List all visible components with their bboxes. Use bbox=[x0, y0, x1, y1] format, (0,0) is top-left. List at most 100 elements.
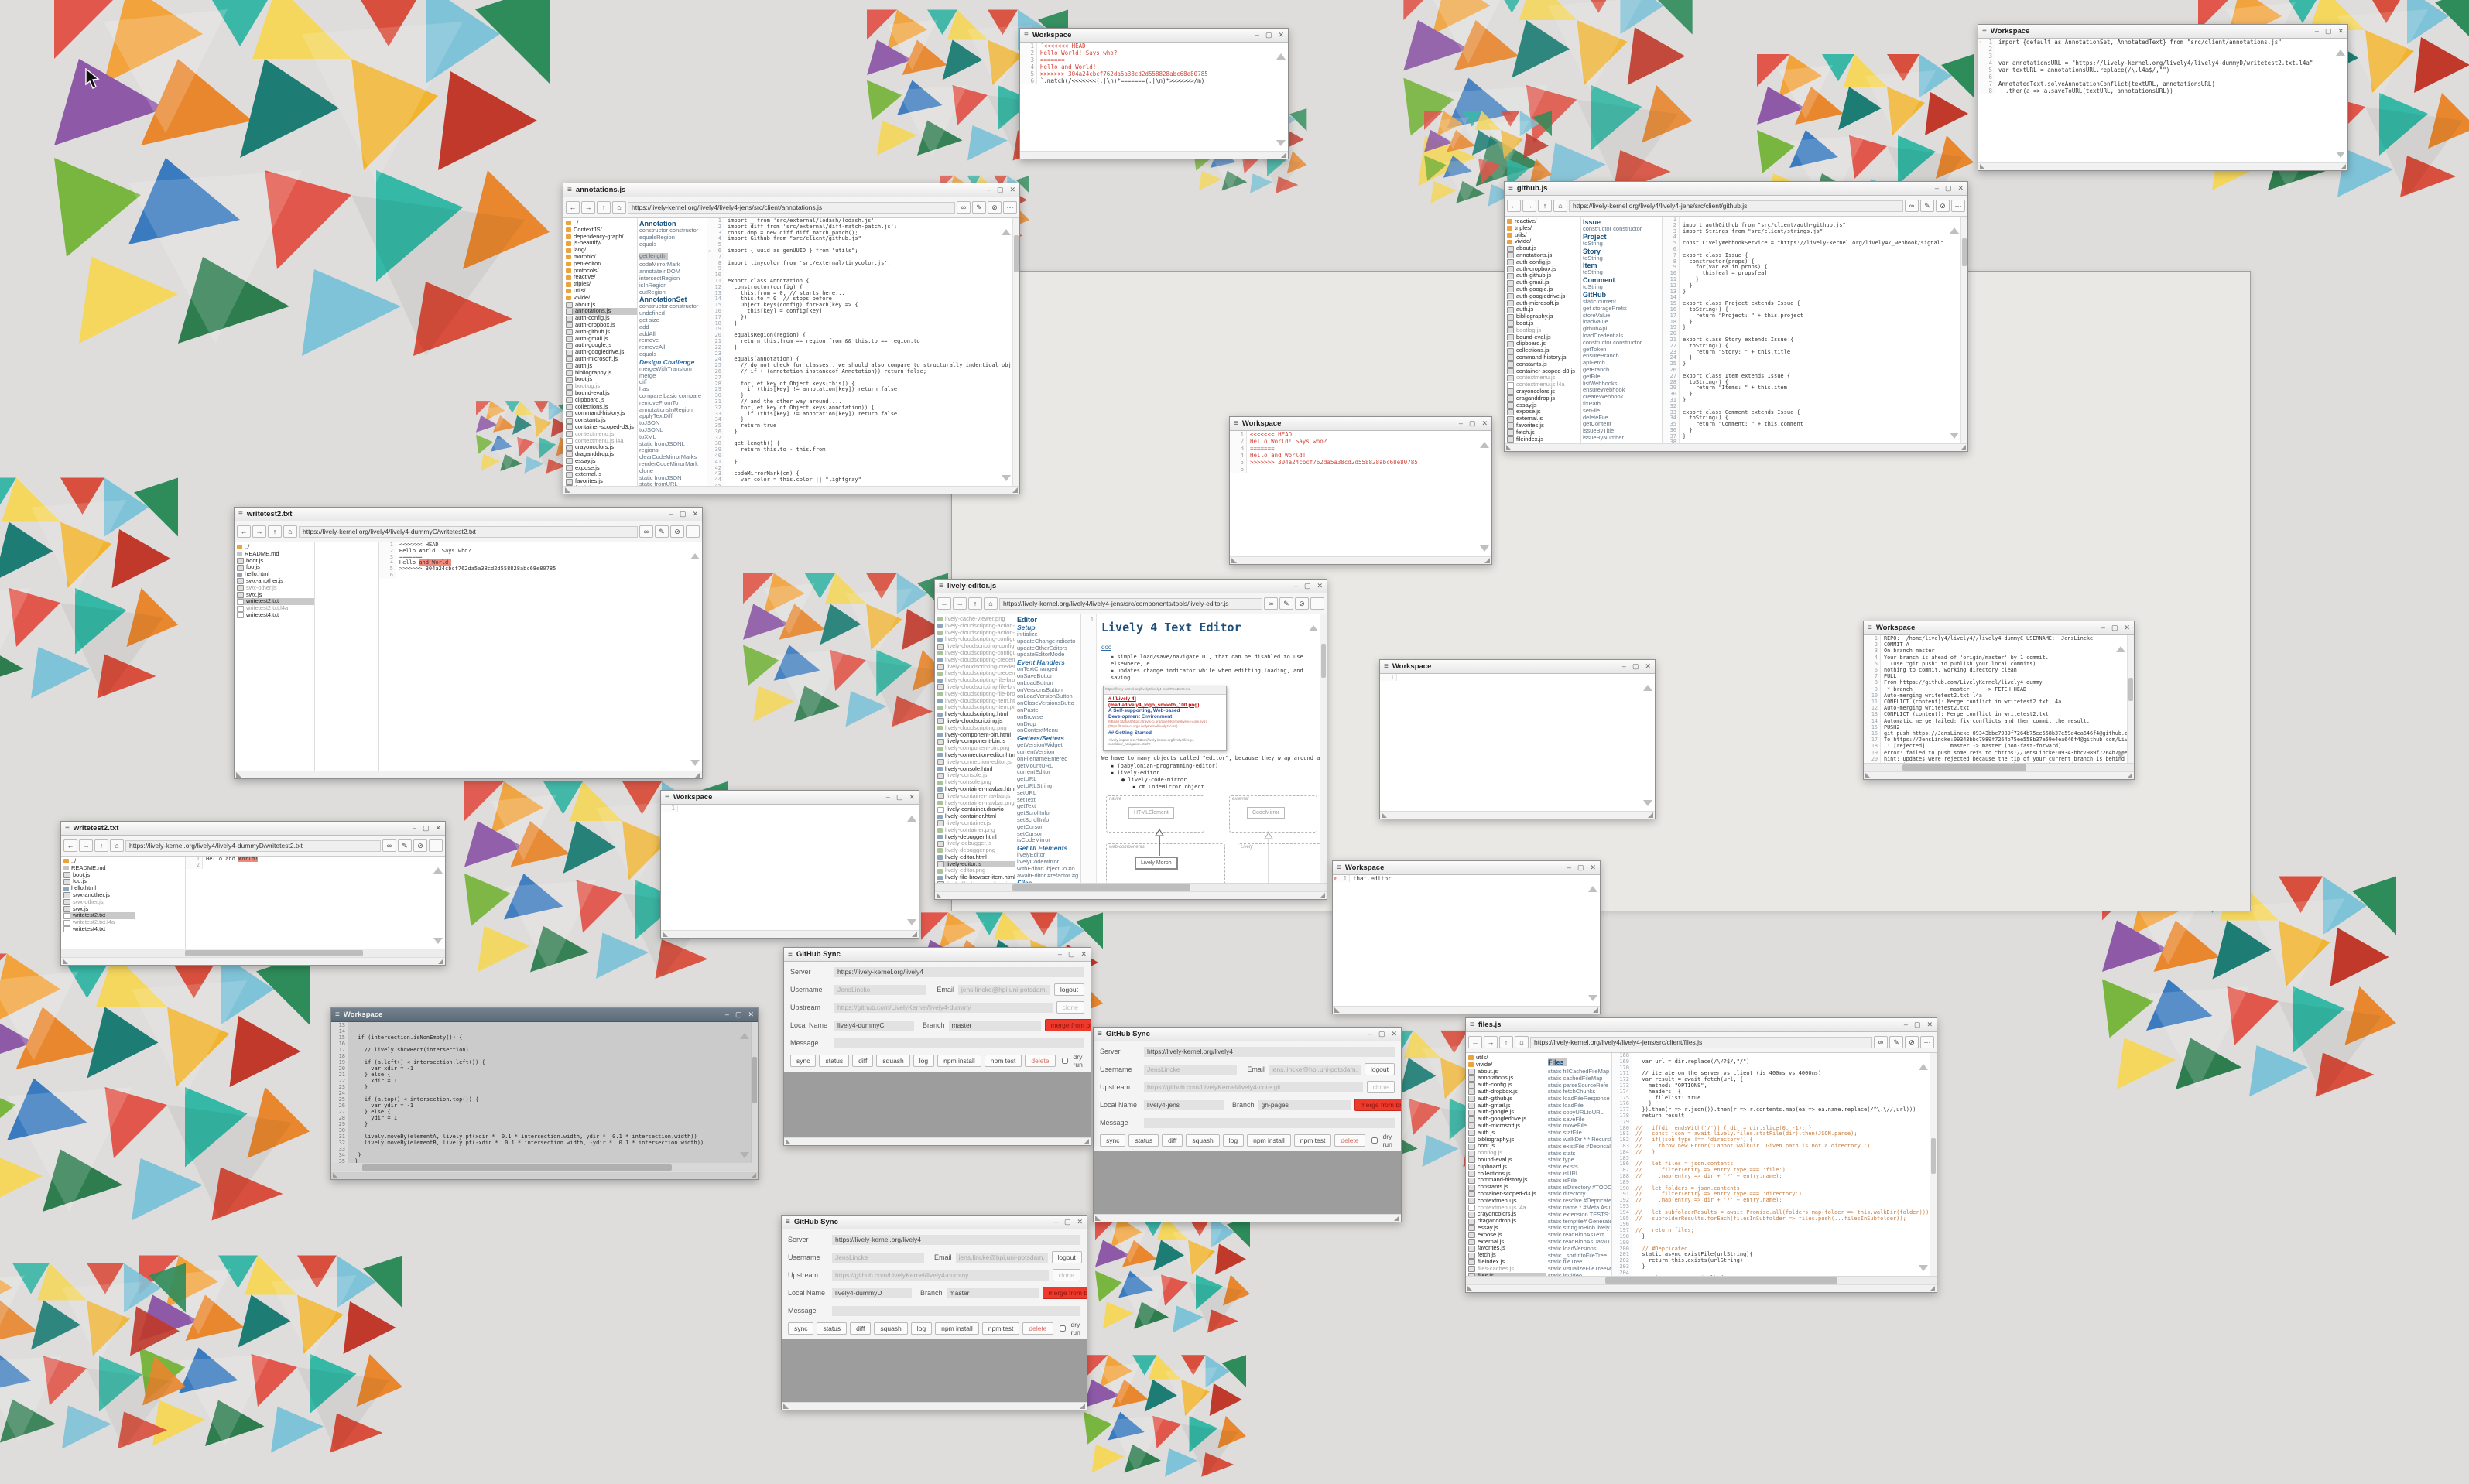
close-button[interactable]: ✕ bbox=[1077, 1219, 1083, 1226]
window-titlebar[interactable]: ≡Workspace–▢✕ bbox=[1333, 861, 1600, 875]
url-input[interactable] bbox=[628, 202, 955, 214]
close-button[interactable]: ✕ bbox=[748, 1011, 754, 1018]
outline-item[interactable]: updateEditorMode bbox=[1017, 651, 1079, 658]
code-editor[interactable]: 1⚠import {default as AnnotationSet, Anno… bbox=[1978, 39, 2347, 162]
scroll-up-icon[interactable] bbox=[433, 867, 443, 874]
resize-grip[interactable] bbox=[1960, 445, 1966, 450]
screenshot-line[interactable]: # ![Lively 4] bbox=[1108, 696, 1224, 703]
resize-grip[interactable] bbox=[783, 1404, 789, 1409]
close-button[interactable]: ✕ bbox=[1080, 951, 1087, 958]
merge-from-branch-button[interactable]: merge from branch bbox=[1354, 1099, 1402, 1111]
scroll-down-icon[interactable] bbox=[1276, 140, 1286, 146]
window-menu-icon[interactable]: ≡ bbox=[1868, 624, 1872, 632]
window-menu-icon[interactable]: ≡ bbox=[1384, 663, 1389, 671]
up-button[interactable]: ↑ bbox=[1499, 1036, 1513, 1048]
resize-grip[interactable] bbox=[63, 959, 68, 964]
doc-list-item[interactable]: lively-code-mirror bbox=[1101, 777, 1322, 784]
up-button[interactable]: ↑ bbox=[268, 525, 282, 538]
code-editor[interactable]: 1 bbox=[1380, 674, 1655, 811]
doc-list-item[interactable]: (babylonian-programming-editor) bbox=[1101, 763, 1322, 770]
window-menu-icon[interactable]: ≡ bbox=[335, 1011, 340, 1019]
doc-list-item[interactable]: cm CodeMirror object bbox=[1101, 784, 1322, 791]
status-button[interactable]: status bbox=[819, 1055, 849, 1067]
outline-pane[interactable]: Filesstatic fillCachedFileMapstatic cach… bbox=[1546, 1053, 1612, 1276]
window-menu-icon[interactable]: ≡ bbox=[939, 583, 943, 590]
home-button[interactable]: ⌂ bbox=[612, 201, 626, 214]
scrollbar-horizontal[interactable] bbox=[1864, 763, 2134, 771]
resize-grip[interactable] bbox=[1084, 1139, 1089, 1144]
up-button[interactable]: ↑ bbox=[597, 201, 611, 214]
window-menu-icon[interactable]: ≡ bbox=[786, 1219, 790, 1226]
minimize-button[interactable]: – bbox=[987, 186, 991, 193]
code-editor[interactable]: 1REPO: /home/lively4/lively4//lively4-du… bbox=[1864, 635, 2134, 763]
url-input[interactable] bbox=[1530, 1037, 1872, 1048]
more-icon[interactable]: ⋯ bbox=[429, 839, 443, 852]
resize-grip[interactable] bbox=[1334, 1007, 1340, 1013]
diff-button[interactable]: diff bbox=[850, 1322, 871, 1335]
scroll-up-icon[interactable] bbox=[2116, 646, 2125, 652]
minimize-button[interactable]: – bbox=[2315, 28, 2319, 35]
scrollbar-vertical[interactable] bbox=[1320, 614, 1327, 883]
window-menu-icon[interactable]: ≡ bbox=[1234, 420, 1238, 428]
screenshot-line[interactable]: <lively-import src="https://lively-kerne… bbox=[1108, 738, 1224, 747]
file-tree[interactable]: lively-cache-viewer.pnglively-cloudscrip… bbox=[935, 614, 1015, 883]
up-button[interactable]: ↑ bbox=[968, 597, 982, 610]
merge-from-branch-button[interactable]: merge from branch bbox=[1043, 1287, 1087, 1299]
code-editor[interactable]: 1<<<<<<< HEAD2Hello World! Says who?3===… bbox=[379, 542, 702, 771]
scroll-up-icon[interactable] bbox=[1950, 227, 1959, 234]
outline-item[interactable]: toString bbox=[1583, 255, 1660, 262]
cancel-icon[interactable]: ⊘ bbox=[1936, 200, 1950, 212]
scroll-up-icon[interactable] bbox=[907, 816, 916, 822]
status-button[interactable]: status bbox=[1128, 1134, 1159, 1147]
code-editor[interactable]: 1 bbox=[661, 805, 919, 930]
minimize-button[interactable]: – bbox=[725, 1011, 729, 1018]
resize-grip[interactable] bbox=[2341, 164, 2346, 169]
maximize-button[interactable]: ▢ bbox=[1068, 951, 1075, 958]
email-input[interactable] bbox=[958, 985, 1050, 995]
logout-button[interactable]: logout bbox=[1052, 1251, 1082, 1263]
merge-from-branch-button[interactable]: merge from branch bbox=[1045, 1019, 1091, 1031]
dependencies-icon[interactable]: ∞ bbox=[639, 525, 653, 538]
server-input[interactable] bbox=[834, 967, 1084, 977]
maximize-button[interactable]: ▢ bbox=[2111, 624, 2118, 631]
outline-pane[interactable] bbox=[135, 857, 186, 949]
maximize-button[interactable]: ▢ bbox=[1064, 1219, 1071, 1226]
npm-install-button[interactable]: npm install bbox=[937, 1055, 981, 1067]
window-titlebar[interactable]: ≡GitHub Sync–▢✕ bbox=[782, 1216, 1087, 1229]
close-button[interactable]: ✕ bbox=[1317, 583, 1323, 590]
resize-grip[interactable] bbox=[1095, 1216, 1101, 1221]
outline-item[interactable]: toString bbox=[1583, 241, 1660, 248]
dependencies-icon[interactable]: ∞ bbox=[382, 839, 396, 852]
outline-item[interactable]: constructor constructor bbox=[1583, 226, 1660, 233]
window-menu-icon[interactable]: ≡ bbox=[1982, 28, 1987, 36]
minimize-button[interactable]: – bbox=[1368, 1031, 1372, 1038]
scrollbar-vertical[interactable] bbox=[1930, 1053, 1937, 1276]
close-button[interactable]: ✕ bbox=[1957, 185, 1964, 192]
cancel-icon[interactable]: ⊘ bbox=[988, 201, 1002, 214]
window-titlebar[interactable]: ≡lively-editor.js–▢✕ bbox=[935, 580, 1327, 593]
url-input[interactable] bbox=[125, 840, 381, 852]
window-menu-icon[interactable]: ≡ bbox=[567, 186, 572, 194]
doc-content[interactable]: Lively 4 Text Editor doc simple load/sav… bbox=[1097, 614, 1327, 883]
doc-list-item[interactable]: lively-editor bbox=[1101, 770, 1322, 777]
edit-icon[interactable]: ✎ bbox=[1279, 597, 1293, 610]
sync-console[interactable] bbox=[1094, 1151, 1401, 1214]
dry-run-checkbox[interactable] bbox=[1371, 1137, 1378, 1144]
outline-pane[interactable]: Annotationconstructor constructorequalsR… bbox=[638, 218, 707, 486]
file-tree[interactable]: ../README.mdboot.jsfoo.jshello.htmlswx-a… bbox=[61, 857, 135, 949]
npm-install-button[interactable]: npm install bbox=[935, 1322, 979, 1335]
scroll-down-icon[interactable] bbox=[1950, 433, 1959, 439]
logout-button[interactable]: logout bbox=[1365, 1063, 1395, 1075]
resize-grip[interactable] bbox=[1467, 1286, 1473, 1291]
edit-icon[interactable]: ✎ bbox=[972, 201, 986, 214]
close-button[interactable]: ✕ bbox=[1391, 1031, 1397, 1038]
close-button[interactable]: ✕ bbox=[435, 825, 441, 832]
close-button[interactable]: ✕ bbox=[2337, 28, 2344, 35]
resize-grip[interactable] bbox=[1484, 558, 1490, 563]
window-menu-icon[interactable]: ≡ bbox=[1337, 864, 1341, 872]
npm-test-button[interactable]: npm test bbox=[985, 1055, 1022, 1067]
resize-grip[interactable] bbox=[1865, 773, 1871, 778]
minimize-button[interactable]: – bbox=[1054, 1219, 1058, 1226]
status-button[interactable]: status bbox=[817, 1322, 847, 1335]
close-button[interactable]: ✕ bbox=[1278, 32, 1284, 39]
